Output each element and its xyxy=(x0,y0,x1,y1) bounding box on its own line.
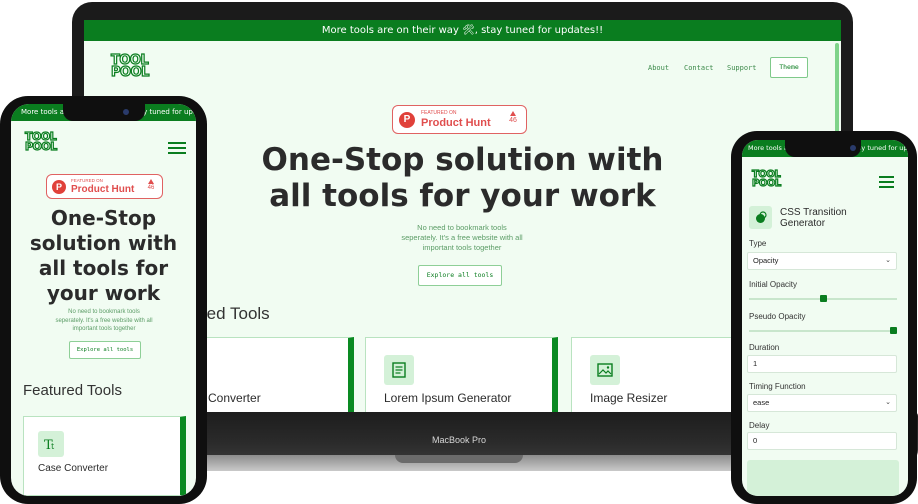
upvote-arrow-icon xyxy=(510,111,516,116)
initial-opacity-label: Initial Opacity xyxy=(749,280,798,289)
preview-box xyxy=(747,460,899,496)
explore-all-tools-button[interactable]: Explore all tools xyxy=(418,265,502,286)
announcement-banner: More tools are on their way 🛠, stay tune… xyxy=(84,20,841,41)
product-hunt-icon: P xyxy=(399,112,415,128)
camera-icon xyxy=(850,145,856,151)
nav-contact-link[interactable]: Contact xyxy=(684,64,714,72)
tool-card-lorem-ipsum[interactable]: Lorem Ipsum Generator xyxy=(365,337,558,412)
product-hunt-label: Product Hunt xyxy=(421,117,491,129)
tool-card-title: Image Resizer xyxy=(590,391,668,405)
left-phone-notch xyxy=(63,104,145,121)
tool-card-title: Case Converter xyxy=(38,463,109,474)
camera-icon xyxy=(123,109,129,115)
type-label: Type xyxy=(749,239,767,248)
svg-text:t: t xyxy=(51,442,55,451)
hero-subtext: No need to bookmark tools seperately. It… xyxy=(55,309,153,332)
initial-opacity-slider-thumb[interactable] xyxy=(819,295,827,302)
chevron-down-icon: ⌄ xyxy=(885,399,891,406)
case-icon: Tt xyxy=(38,431,64,457)
product-hunt-badge[interactable]: P FEATURED ON Product Hunt 46 xyxy=(46,174,163,199)
hero-subtext: No need to bookmark tools seperately. It… xyxy=(401,223,523,252)
pseudo-opacity-label: Pseudo Opacity xyxy=(749,312,806,321)
type-select[interactable]: Opacity ⌄ xyxy=(747,252,897,270)
theme-button[interactable]: Theme xyxy=(770,57,808,78)
tool-card-title: Lorem Ipsum Generator xyxy=(384,391,512,405)
product-hunt-badge[interactable]: P FEATURED ON Product Hunt 46 xyxy=(392,105,527,134)
tool-title: CSS Transition Generator xyxy=(780,207,847,229)
logo[interactable]: TOOL POOL xyxy=(751,169,781,189)
timing-function-select[interactable]: ease ⌄ xyxy=(747,394,897,412)
logo[interactable]: TOOL POOL xyxy=(24,130,57,152)
duration-input[interactable]: 1 xyxy=(747,355,897,373)
featured-on-label: FEATURED ON xyxy=(71,178,103,183)
explore-all-tools-button[interactable]: Explore all tools xyxy=(69,341,141,359)
scrollbar[interactable] xyxy=(835,43,839,139)
tool-card-title: Converter xyxy=(208,391,261,405)
featured-tools-heading: Featured Tools xyxy=(23,382,122,399)
menu-icon[interactable] xyxy=(879,176,894,191)
tool-card-case-converter[interactable]: Converter xyxy=(190,337,354,412)
duration-label: Duration xyxy=(749,343,780,352)
right-phone-screen: More tools are on their way 🛠, stay tune… xyxy=(742,140,908,496)
upvote-count: 46 xyxy=(144,179,158,191)
nav-about-link[interactable]: About xyxy=(648,64,669,72)
tool-card-case-converter[interactable]: Tt Case Converter xyxy=(23,416,186,496)
featured-on-label: FEATURED ON xyxy=(421,110,457,116)
left-phone-screen: More tools are on their way 🛠, stay tune… xyxy=(11,104,196,496)
featured-tools-heading: red Tools xyxy=(201,304,270,323)
logo[interactable]: TOOL POOL xyxy=(110,54,150,80)
nav-support-link[interactable]: Support xyxy=(727,64,757,72)
delay-label: Delay xyxy=(749,421,770,430)
upvote-arrow-icon xyxy=(148,179,154,184)
css-transition-icon xyxy=(749,206,772,229)
image-icon xyxy=(590,355,620,385)
product-hunt-label: Product Hunt xyxy=(71,184,135,195)
pseudo-opacity-slider-thumb[interactable] xyxy=(890,327,897,334)
product-hunt-icon: P xyxy=(52,180,66,194)
menu-icon[interactable] xyxy=(168,142,186,157)
document-icon xyxy=(384,355,414,385)
timing-function-label: Timing Function xyxy=(749,382,806,391)
delay-input[interactable]: 0 xyxy=(747,432,897,450)
hero-headline: One-Stop solution with all tools for you… xyxy=(29,206,178,305)
pseudo-opacity-slider[interactable] xyxy=(749,330,897,332)
laptop-hinge-notch xyxy=(395,455,523,463)
chevron-down-icon: ⌄ xyxy=(885,257,891,264)
upvote-count: 46 xyxy=(505,111,521,124)
